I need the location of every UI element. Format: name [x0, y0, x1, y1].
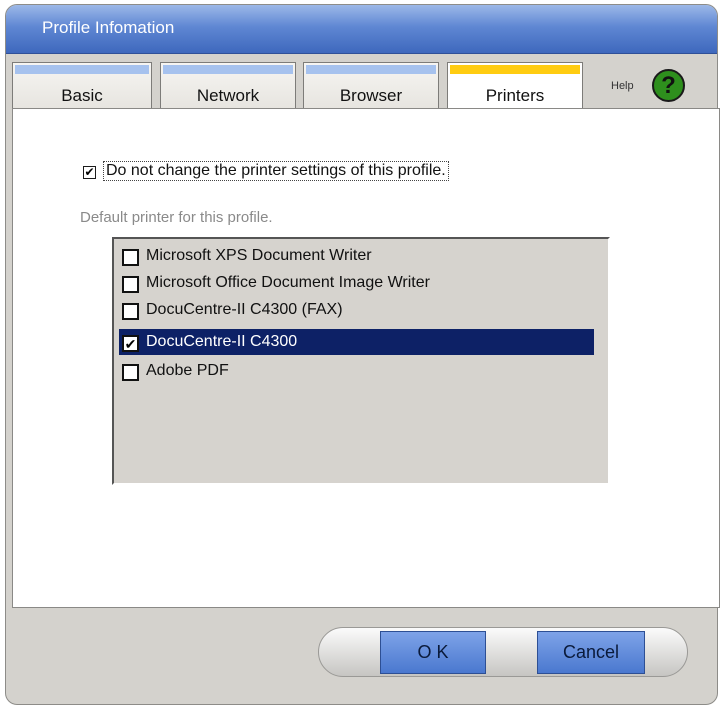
tab-network[interactable]: Network — [160, 62, 296, 108]
window-title: Profile Infomation — [42, 18, 175, 37]
printer-checkbox[interactable] — [122, 303, 139, 320]
printers-panel: ✔ Do not change the printer settings of … — [12, 108, 720, 608]
printer-name: Adobe PDF — [146, 362, 229, 379]
printer-row[interactable]: ✔ DocuCentre-II C4300 — [119, 329, 594, 355]
printer-name: Microsoft XPS Document Writer — [146, 247, 372, 264]
question-mark-icon[interactable]: ? — [652, 69, 685, 102]
tab-basic-label: Basic — [61, 86, 103, 105]
printer-row[interactable]: Microsoft Office Document Image Writer — [119, 270, 594, 296]
printer-row[interactable]: DocuCentre-II C4300 (FAX) — [119, 297, 594, 323]
tab-basic[interactable]: Basic — [12, 62, 152, 108]
printer-row[interactable]: Microsoft XPS Document Writer — [119, 243, 594, 269]
tab-stripe — [450, 65, 580, 74]
ok-button[interactable]: O K — [380, 631, 486, 674]
cancel-button[interactable]: Cancel — [537, 631, 645, 674]
tab-network-label: Network — [196, 86, 260, 105]
printer-name: DocuCentre-II C4300 — [146, 333, 298, 350]
tab-printers[interactable]: Printers — [447, 62, 583, 112]
tab-stripe — [15, 65, 149, 74]
printer-checkbox[interactable]: ✔ — [122, 335, 139, 352]
printer-row[interactable]: Adobe PDF — [119, 358, 594, 384]
tab-stripe — [306, 65, 436, 74]
tab-browser[interactable]: Browser — [303, 62, 439, 108]
lock-printer-label[interactable]: Do not change the printer settings of th… — [103, 161, 449, 181]
printer-checkbox[interactable] — [122, 249, 139, 266]
default-printer-label: Default printer for this profile. — [80, 209, 273, 226]
printer-checkbox[interactable] — [122, 276, 139, 293]
lock-printer-checkbox[interactable]: ✔ — [83, 166, 96, 179]
tab-stripe — [163, 65, 293, 74]
tab-printers-label: Printers — [485, 86, 545, 105]
printer-name: DocuCentre-II C4300 (FAX) — [146, 301, 343, 318]
printer-list[interactable]: Microsoft XPS Document Writer Microsoft … — [112, 237, 610, 485]
printer-checkbox[interactable] — [122, 364, 139, 381]
tab-browser-label: Browser — [339, 86, 403, 105]
title-bar[interactable]: Profile Infomation — [6, 5, 717, 54]
help-label: Help — [611, 80, 634, 92]
printer-name: Microsoft Office Document Image Writer — [146, 274, 430, 291]
